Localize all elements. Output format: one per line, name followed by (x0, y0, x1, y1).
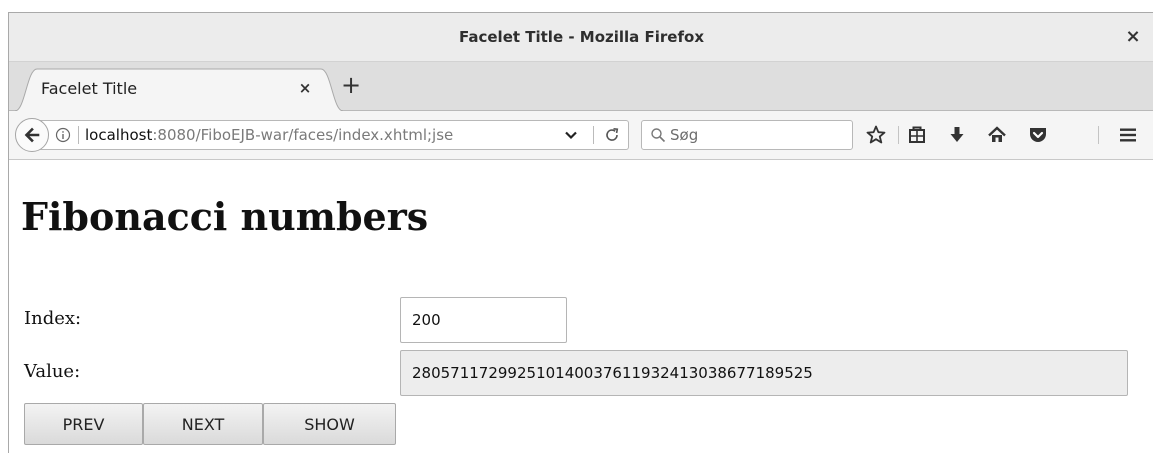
home-button[interactable] (985, 123, 1009, 147)
search-bar[interactable]: Søg (641, 120, 853, 150)
back-button[interactable] (15, 118, 49, 152)
title-bar: Facelet Title - Mozilla Firefox × (9, 13, 1153, 62)
url-bar[interactable]: localhost:8080/FiboEJB-war/faces/index.x… (37, 120, 629, 150)
tab-strip: Facelet Title × + (9, 62, 1153, 111)
value-label: Value: (24, 361, 81, 382)
url-path: :8080/FiboEJB-war/faces/index.xhtml;jse (152, 126, 454, 144)
star-icon (866, 125, 886, 144)
window-title: Facelet Title - Mozilla Firefox (459, 28, 704, 46)
index-label: Index: (24, 308, 82, 329)
search-placeholder: Søg (670, 126, 699, 144)
toolbar-separator (898, 126, 899, 144)
pocket-button[interactable] (1026, 123, 1050, 147)
dropdown-chevron-icon[interactable] (563, 127, 579, 143)
reading-list-button[interactable] (905, 123, 929, 147)
page-content: Fibonacci numbers Index: Value: PREV NEX… (9, 160, 1153, 453)
toolbar-separator-2 (1098, 126, 1099, 144)
home-icon (988, 126, 1006, 142)
prev-button[interactable]: PREV (24, 403, 143, 445)
tab-label: Facelet Title (41, 79, 138, 98)
reload-icon[interactable] (603, 126, 621, 144)
navigation-bar: localhost:8080/FiboEJB-war/faces/index.x… (9, 111, 1153, 160)
tab-close-button[interactable]: × (295, 78, 315, 98)
tab-facelet-title[interactable]: Facelet Title × (15, 67, 344, 111)
show-button[interactable]: SHOW (263, 403, 396, 445)
open-menu-button[interactable] (1116, 123, 1140, 147)
download-button[interactable] (945, 123, 969, 147)
back-arrow-icon (24, 127, 40, 143)
bookmark-star-button[interactable] (864, 123, 888, 147)
url-separator (78, 126, 79, 144)
download-icon (950, 127, 964, 142)
value-field[interactable] (400, 350, 1128, 396)
url-host: localhost (85, 126, 153, 144)
info-icon[interactable] (55, 127, 71, 143)
page-title: Fibonacci numbers (21, 194, 429, 239)
reading-list-icon (909, 126, 925, 143)
new-tab-button[interactable]: + (339, 73, 363, 98)
pocket-icon (1030, 128, 1046, 142)
url-separator-2 (593, 126, 594, 144)
search-icon (651, 128, 666, 143)
next-button[interactable]: NEXT (143, 403, 263, 445)
window-close-button[interactable]: × (1122, 25, 1144, 47)
url-text[interactable]: localhost:8080/FiboEJB-war/faces/index.x… (85, 126, 555, 146)
index-input[interactable] (400, 297, 567, 343)
hamburger-menu-icon (1120, 128, 1136, 142)
browser-window: Facelet Title - Mozilla Firefox × Facele… (8, 12, 1153, 453)
